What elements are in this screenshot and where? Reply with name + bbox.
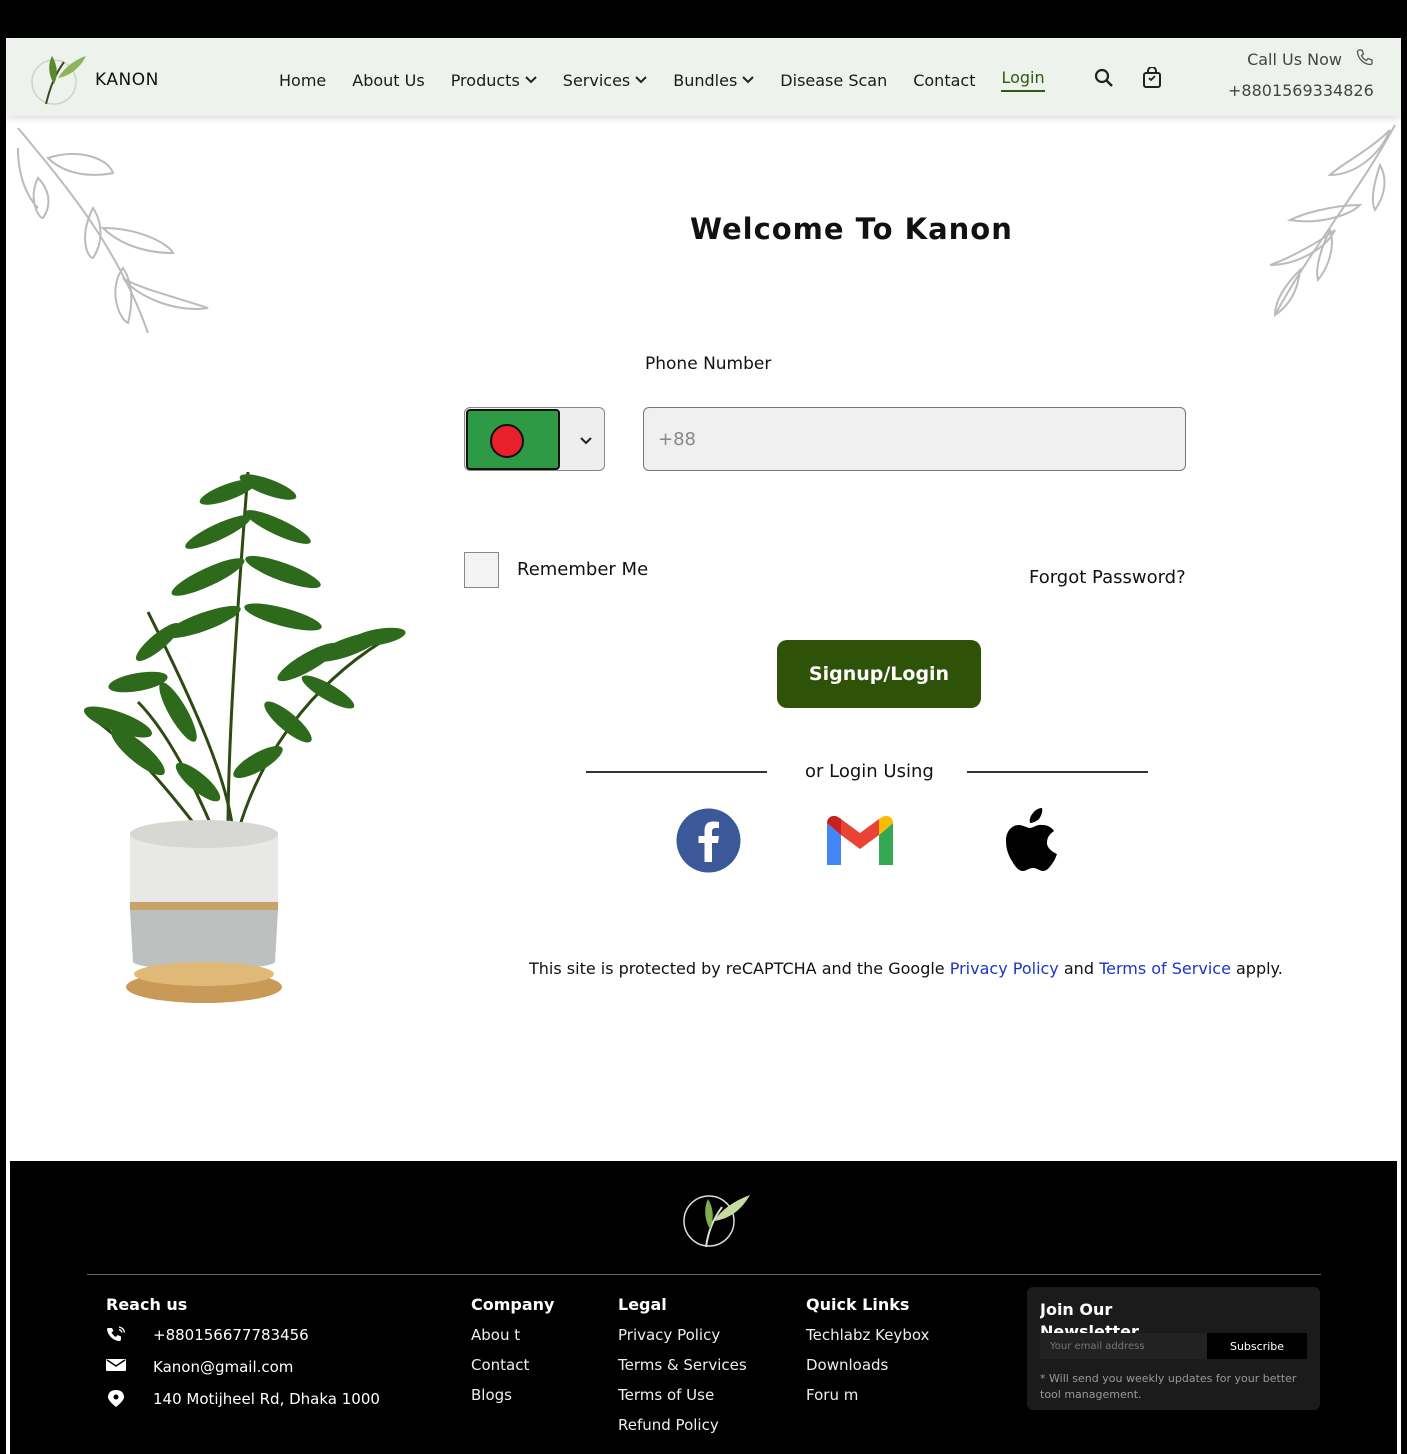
phone-icon	[1356, 48, 1374, 70]
nav-home-label: Home	[279, 70, 327, 90]
footer-link-techlabz[interactable]: Techlabz Keybox	[806, 1326, 936, 1344]
nav-contact[interactable]: Contact	[913, 68, 975, 92]
call-label: Call Us Now	[1247, 50, 1342, 69]
chevron-down-icon	[525, 76, 537, 84]
bangladesh-flag-icon	[466, 409, 560, 470]
footer-link-terms-use[interactable]: Terms of Use	[618, 1386, 768, 1404]
footer-logo[interactable]	[682, 1189, 752, 1253]
nav-about-label: About Us	[352, 70, 425, 90]
terms-of-service-link[interactable]: Terms of Service	[1099, 959, 1231, 978]
footer-divider	[87, 1274, 1321, 1275]
reach-address: 140 Motijheel Rd, Dhaka 1000	[106, 1390, 380, 1410]
nav-bundles[interactable]: Bundles	[673, 68, 755, 92]
chevron-down-icon	[635, 76, 647, 84]
nav-login[interactable]: Login	[1001, 68, 1045, 92]
footer-link-about[interactable]: Abou t	[471, 1326, 551, 1344]
recaptcha-prefix: This site is protected by reCAPTCHA and …	[529, 959, 950, 978]
potted-plant-image	[83, 471, 406, 1003]
footer-link-refund[interactable]: Refund Policy	[618, 1416, 768, 1434]
nav-bundles-label: Bundles	[673, 70, 738, 90]
chevron-down-icon	[742, 76, 755, 84]
reach-us-column: Reach us +880156677783456 Kanon@gmail.co…	[106, 1295, 380, 1422]
reach-address-text: 140 Motijheel Rd, Dhaka 1000	[153, 1390, 380, 1408]
nav-contact-label: Contact	[913, 70, 976, 90]
newsletter-card: Join Our Newsletter Subscribe * Will sen…	[1027, 1287, 1320, 1410]
nav-disease-scan-label: Disease Scan	[780, 70, 888, 90]
nav-disease-scan[interactable]: Disease Scan	[780, 68, 887, 92]
company-heading: Company	[471, 1295, 555, 1314]
apple-icon[interactable]	[1001, 808, 1057, 878]
phone-number-label: Phone Number	[645, 354, 772, 374]
recaptcha-suffix: apply.	[1230, 959, 1283, 978]
page-title: Welcome To Kanon	[690, 212, 1013, 246]
legal-column: Legal Privacy Policy Terms & Services Te…	[618, 1295, 768, 1446]
newsletter-note: * Will send you weekly updates for your …	[1040, 1372, 1297, 1401]
footer-link-terms-services[interactable]: Terms & Services	[618, 1356, 768, 1374]
reach-phone[interactable]: +880156677783456	[106, 1326, 380, 1346]
remember-me-checkbox[interactable]	[464, 552, 499, 588]
footer-link-forum[interactable]: Foru m	[806, 1386, 936, 1404]
country-code-select[interactable]	[464, 407, 605, 471]
gmail-icon[interactable]	[827, 815, 893, 869]
reach-us-heading: Reach us	[106, 1295, 188, 1314]
quick-links-column: Quick Links Techlabz Keybox Downloads Fo…	[806, 1295, 936, 1416]
chevron-down-icon	[580, 430, 592, 449]
newsletter-title: Join Our Newsletter	[1040, 1300, 1139, 1333]
forgot-password-link[interactable]: Forgot Password?	[1029, 567, 1186, 588]
footer-link-contact[interactable]: Contact	[471, 1356, 551, 1374]
phone-number-input[interactable]	[643, 407, 1186, 471]
branch-decoration-left	[17, 127, 209, 334]
quick-links-heading: Quick Links	[806, 1295, 910, 1314]
remember-me-label: Remember Me	[517, 559, 649, 580]
nav-products[interactable]: Products	[451, 68, 537, 92]
nav-services-label: Services	[562, 70, 631, 90]
footer-link-blogs[interactable]: Blogs	[471, 1386, 551, 1404]
branch-decoration-right	[1269, 124, 1396, 317]
reach-phone-text: +880156677783456	[153, 1326, 309, 1344]
search-icon[interactable]	[1094, 68, 1114, 92]
nav-about[interactable]: About Us	[352, 68, 424, 92]
signup-login-button[interactable]: Signup/Login	[777, 640, 981, 708]
footer-link-downloads[interactable]: Downloads	[806, 1356, 936, 1374]
recaptcha-notice: This site is protected by reCAPTCHA and …	[529, 959, 1283, 978]
company-column: Company Abou t Contact Blogs	[471, 1295, 555, 1416]
nav-login-label: Login	[1001, 68, 1045, 87]
newsletter-email-input[interactable]	[1040, 1333, 1207, 1359]
facebook-icon[interactable]	[676, 808, 741, 877]
location-pin-icon	[106, 1390, 126, 1412]
nav-home[interactable]: Home	[279, 68, 326, 92]
subscribe-button[interactable]: Subscribe	[1207, 1333, 1307, 1359]
phone-icon	[106, 1326, 126, 1346]
recaptcha-and: and	[1058, 959, 1100, 978]
nav-links: Home About Us Products Services Bundles …	[279, 68, 1071, 92]
navbar: KANON Home About Us Products Services Bu…	[6, 38, 1401, 116]
call-number[interactable]: +8801569334826	[1228, 81, 1374, 100]
window-top-bar	[0, 0, 1407, 38]
privacy-policy-link[interactable]: Privacy Policy	[950, 959, 1059, 978]
nav-products-label: Products	[450, 70, 520, 90]
kanon-logo[interactable]	[28, 48, 88, 108]
legal-heading: Legal	[618, 1295, 667, 1314]
mail-icon	[106, 1358, 126, 1376]
reach-email-text: Kanon@gmail.com	[153, 1358, 294, 1376]
footer-link-privacy[interactable]: Privacy Policy	[618, 1326, 768, 1344]
divider-left	[586, 771, 767, 773]
call-us: Call Us Now +8801569334826	[1228, 48, 1374, 100]
divider-right	[967, 771, 1148, 773]
shopping-bag-icon[interactable]	[1142, 66, 1162, 93]
or-login-using-label: or Login Using	[805, 761, 934, 782]
footer: Reach us +880156677783456 Kanon@gmail.co…	[10, 1161, 1397, 1454]
nav-services[interactable]: Services	[563, 68, 647, 92]
brand-name: KANON	[95, 70, 159, 90]
reach-email[interactable]: Kanon@gmail.com	[106, 1358, 380, 1378]
